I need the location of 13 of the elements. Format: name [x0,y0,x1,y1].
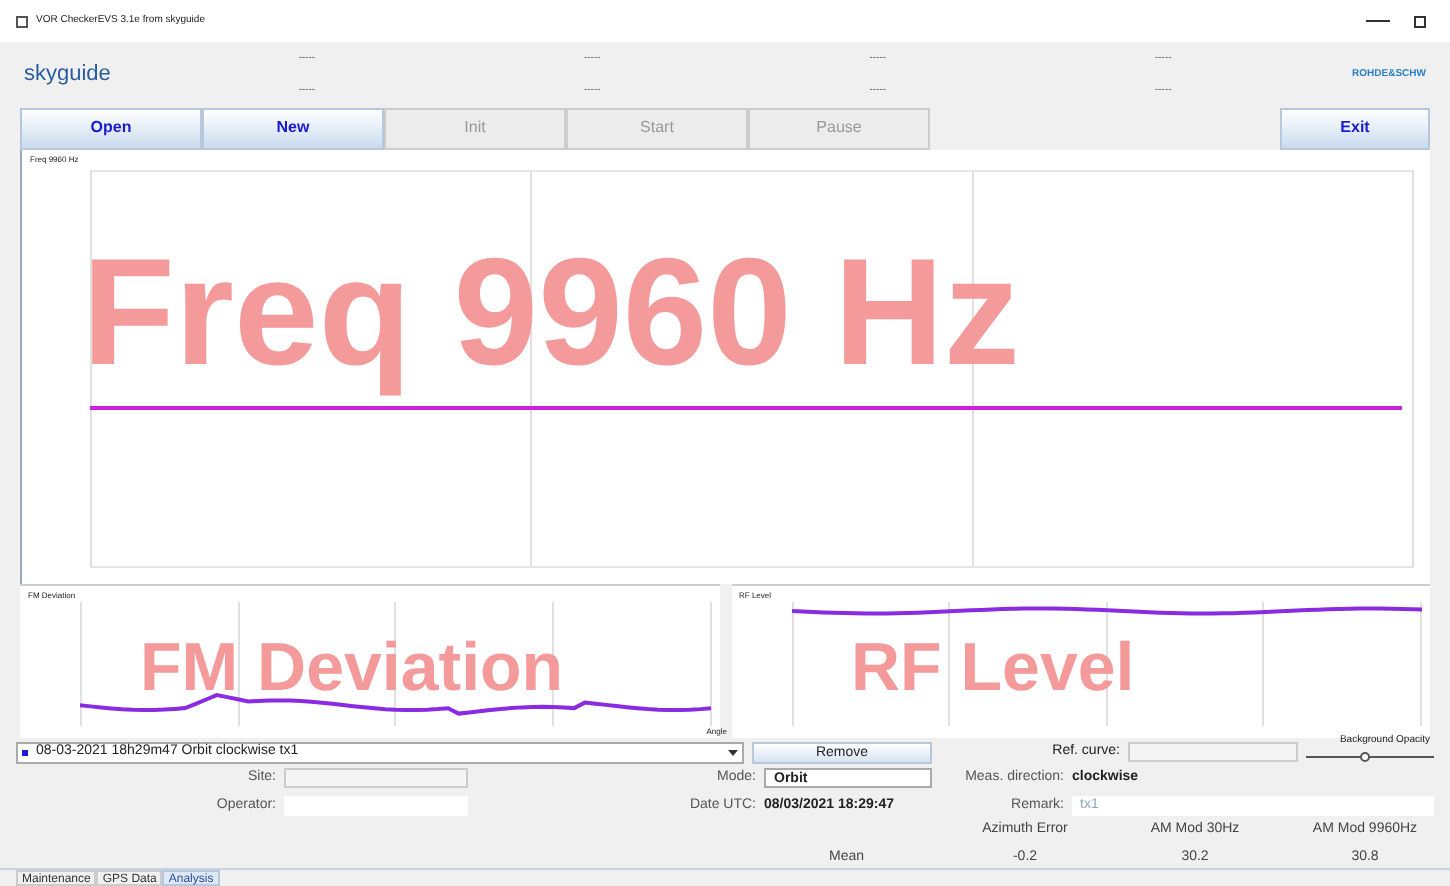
chart-watermark: RF Level [851,633,1135,702]
toolbar-button[interactable]: Open [20,107,202,151]
maximize-button[interactable] [1414,15,1426,28]
app-icon [16,15,28,28]
chart-watermark: FM Deviation [140,633,564,702]
caret-icon [728,749,738,755]
slider-thumb[interactable] [1359,752,1370,762]
exit-button[interactable]: Exit [1280,107,1430,151]
minimize-button[interactable] [1366,20,1390,23]
toolbar-button[interactable]: New [202,107,384,151]
chart-watermark: Freq 9960 Hz [82,238,1020,391]
logo: skyguide [24,60,113,91]
selection-marker-icon [22,749,28,755]
